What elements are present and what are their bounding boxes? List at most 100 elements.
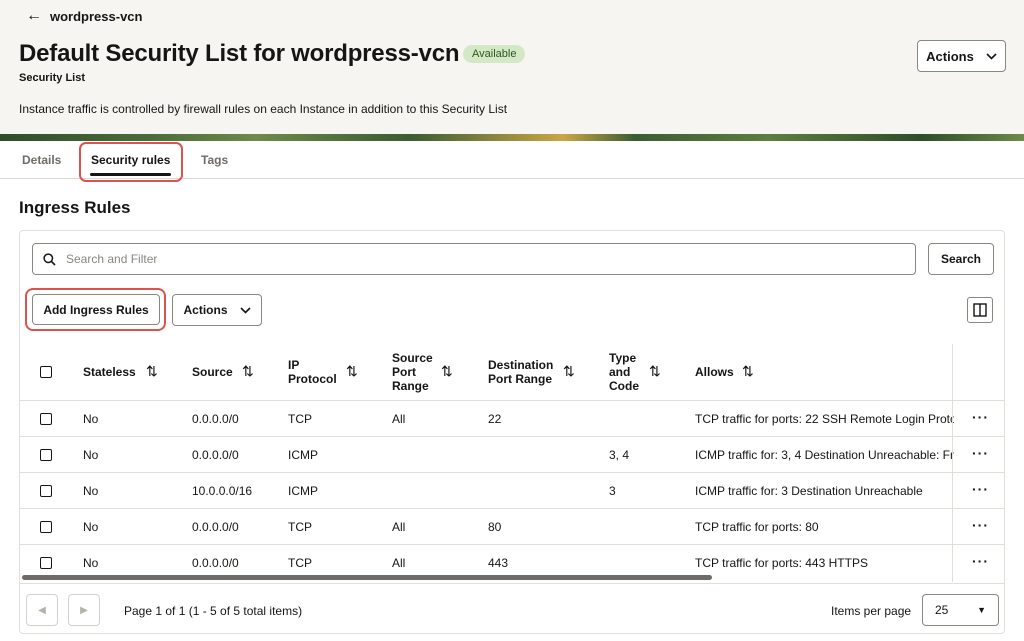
cell-dest-port: 22 [488,412,502,426]
caret-down-icon: ▼ [977,605,986,615]
page-description: Instance traffic is controlled by firewa… [19,102,508,116]
header-ip-protocol-line1: IP [288,358,300,372]
table-row: No 10.0.0.0/16 ICMP 3 ICMP traffic for: … [20,472,1004,508]
cell-allows: TCP traffic for ports: 443 HTTPS [695,556,868,570]
cell-allows: ICMP traffic for: 3, 4 Destination Unrea… [695,448,954,462]
header-source-port-line3: Range [392,379,429,393]
back-link-label: wordpress-vcn [50,8,143,24]
previous-page-button[interactable]: ◀ [26,594,58,626]
header-source-port-line2: Port [392,365,416,379]
highlight-outline-tab [79,142,183,182]
cell-allows: TCP traffic for ports: 80 [695,520,819,534]
horizontal-scrollbar[interactable] [22,575,712,580]
section-title: Ingress Rules [19,198,131,217]
cell-dest-port: 443 [488,556,509,570]
cell-source: 0.0.0.0/0 [192,412,239,426]
sort-icon[interactable]: ⇅ [242,363,254,380]
page-subtitle: Security List [19,72,86,84]
cell-stateless: No [83,448,99,462]
table-row: No 0.0.0.0/0 TCP All 22 TCP traffic for … [20,400,1004,436]
cell-protocol: ICMP [288,448,318,462]
column-settings-button[interactable] [967,297,993,323]
row-checkbox[interactable] [40,521,52,533]
cell-protocol: ICMP [288,484,318,498]
chevron-down-icon [986,52,997,60]
back-link[interactable]: ← wordpress-vcn [26,7,142,25]
next-page-button[interactable]: ▶ [68,594,100,626]
header-source-port-range[interactable]: Source Port Range [392,351,433,393]
more-options-icon[interactable]: ··· [972,445,989,461]
cell-allows-clip: TCP traffic for ports: 22 SSH Remote Log… [695,401,954,437]
status-badge: Available [463,45,526,63]
sort-icon[interactable]: ⇅ [649,363,661,380]
cell-source: 0.0.0.0/0 [192,556,239,570]
sort-icon[interactable]: ⇅ [346,363,358,380]
cell-source-port: All [392,412,406,426]
more-options-icon[interactable]: ··· [972,409,989,425]
search-field[interactable] [32,243,916,275]
cell-allows-clip: ICMP traffic for: 3 Destination Unreacha… [695,473,954,509]
add-ingress-rules-button[interactable]: Add Ingress Rules [32,294,160,325]
cell-type-code: 3 [609,484,616,498]
sort-icon[interactable]: ⇅ [146,363,158,380]
items-per-page-label: Items per page [831,604,912,618]
cell-protocol: TCP [288,556,312,570]
header-stateless[interactable]: Stateless [83,365,136,379]
sort-icon[interactable]: ⇅ [742,363,754,380]
columns-icon [973,303,987,317]
more-options-icon[interactable]: ··· [972,553,989,569]
cell-type-code: 3, 4 [609,448,630,462]
cell-source-port: All [392,556,406,570]
tab-details[interactable]: Details [22,153,61,167]
cell-source-port: All [392,520,406,534]
row-checkbox[interactable] [40,413,52,425]
header-type-and-code[interactable]: Type and Code [609,351,639,393]
decorative-banner [0,134,1024,141]
items-per-page-value: 25 [935,603,949,617]
sort-icon[interactable]: ⇅ [563,363,575,380]
cell-stateless: No [83,520,99,534]
row-checkbox[interactable] [40,557,52,569]
cell-stateless: No [83,556,99,570]
header-actions-button[interactable]: Actions [917,40,1006,72]
row-checkbox[interactable] [40,485,52,497]
items-per-page-select[interactable]: 25 ▼ [922,594,999,626]
header-type-code-line1: Type [609,351,637,365]
arrow-left-icon: ← [26,7,42,24]
header-allows[interactable]: Allows [695,365,734,379]
cell-source: 0.0.0.0/0 [192,448,239,462]
table-row: No 0.0.0.0/0 TCP All 80 TCP traffic for … [20,508,1004,544]
search-button[interactable]: Search [928,243,994,275]
rules-table: Stateless ⇅ Source ⇅ IP Protocol ⇅ Sourc… [20,344,1004,582]
tab-tags[interactable]: Tags [201,153,228,167]
select-all-checkbox[interactable] [40,366,52,378]
page-title: Default Security List for wordpress-vcn [19,40,460,67]
header-destination-port-range[interactable]: Destination Port Range [488,358,553,386]
page-header: ← wordpress-vcn Default Security List fo… [0,0,1024,134]
row-checkbox[interactable] [40,449,52,461]
header-source[interactable]: Source [192,365,233,379]
more-options-icon[interactable]: ··· [972,517,989,533]
header-ip-protocol-line2: Protocol [288,372,337,386]
header-source-port-line1: Source [392,351,433,365]
cell-allows: TCP traffic for ports: 22 SSH Remote Log… [695,412,954,426]
search-input[interactable] [66,252,866,266]
cell-allows-clip: TCP traffic for ports: 80 [695,509,954,545]
header-type-code-line2: and [609,365,631,379]
cell-allows-clip: TCP traffic for ports: 443 HTTPS [695,545,954,581]
triangle-right-icon: ▶ [80,604,88,616]
table-actions-label: Actions [183,303,228,317]
sort-icon[interactable]: ⇅ [441,363,453,380]
more-options-icon[interactable]: ··· [972,481,989,497]
header-actions-label: Actions [926,48,974,64]
table-actions-button[interactable]: Actions [172,294,262,326]
cell-protocol: TCP [288,412,312,426]
header-ip-protocol[interactable]: IP Protocol [288,358,337,386]
cell-source: 10.0.0.0/16 [192,484,253,498]
cell-stateless: No [83,412,99,426]
header-dest-port-line2: Port Range [488,372,553,386]
header-type-code-line3: Code [609,379,639,393]
triangle-left-icon: ◀ [38,604,46,616]
cell-protocol: TCP [288,520,312,534]
cell-allows-clip: ICMP traffic for: 3, 4 Destination Unrea… [695,437,954,473]
